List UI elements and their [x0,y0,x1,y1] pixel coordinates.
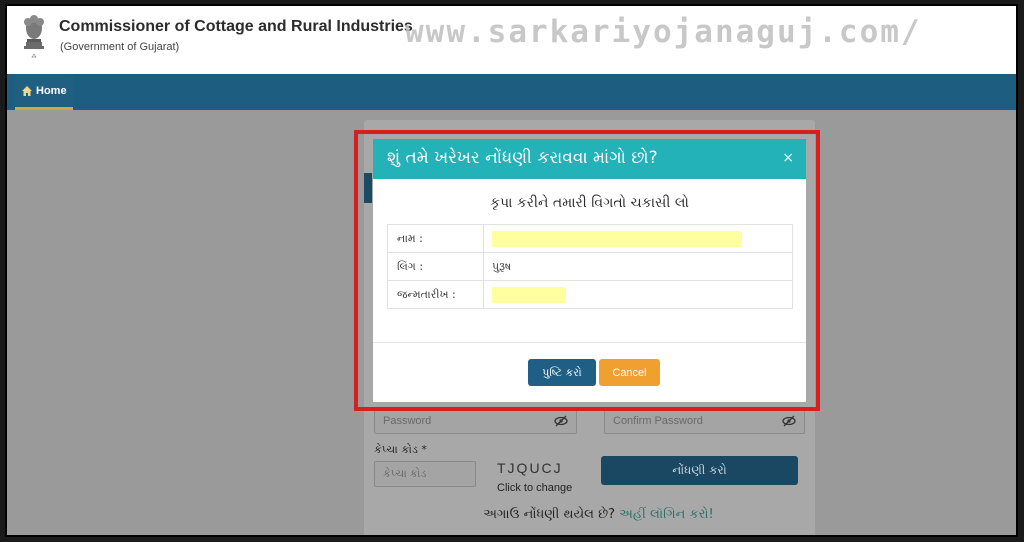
already-registered-text: અગાઉ નોંધણી થયેલ છે? [483,507,616,522]
name-label: નામ : [387,224,484,253]
svg-text:⁂: ⁂ [32,53,37,60]
watermark: www.sarkariyojanaguj.com/ [405,14,922,50]
confirm-button[interactable]: પુષ્ટિ કરો [528,359,596,386]
dob-value [483,280,793,309]
modal-subtitle: કૃપા કરીને તમારી વિગતો ચકાસી લો [490,195,689,211]
site-subtitle: (Government of Gujarat) [60,41,180,53]
captcha-label: કેપ્ચા કોડ * [374,443,427,456]
redacted-dob [492,286,566,303]
home-icon [22,85,32,96]
nav-home-link[interactable]: Home [15,74,73,110]
site-title: Commissioner of Cottage and Rural Indust… [59,18,413,35]
confirm-password-placeholder: Confirm Password [613,415,703,427]
captcha-placeholder: કેપ્ચા કોડ [383,468,427,480]
details-table: નામ : લિંગ : પુરૂષ જન્મતારીખ : [387,224,793,309]
eye-slash-icon[interactable] [782,415,796,427]
dob-label: જન્મતારીખ : [387,280,484,309]
close-icon[interactable]: × [782,151,794,165]
table-row: નામ : [387,224,793,253]
modal-title: શું તમે ખરેખર નોંધણી કરાવવા માંગો છો? [387,148,658,168]
table-row: જન્મતારીખ : [387,280,793,309]
modal-divider [373,342,806,343]
captcha-image[interactable]: TJQUCJ [497,460,563,476]
cancel-button[interactable]: Cancel [599,359,660,386]
redacted-name [492,230,742,247]
name-value [483,224,793,253]
nav-home-label: Home [36,84,67,97]
eye-slash-icon[interactable] [554,415,568,427]
table-row: લિંગ : પુરૂષ [387,252,793,281]
login-link[interactable]: અહીં લૉગિન કરો! [619,507,714,522]
confirm-password-input[interactable]: Confirm Password [604,408,805,434]
site-header: ⁂ Commissioner of Cottage and Rural Indu… [7,6,1016,74]
captcha-input[interactable]: કેપ્ચા કોડ [374,461,476,487]
screenshot-frame: ⁂ Commissioner of Cottage and Rural Indu… [5,4,1018,537]
main-navbar: Home [7,74,1016,110]
register-button[interactable]: નોંધણી કરો [601,456,798,485]
gender-label: લિંગ : [387,252,484,281]
state-emblem-icon: ⁂ [24,15,44,60]
confirm-registration-modal: શું તમે ખરેખર નોંધણી કરાવવા માંગો છો? × … [373,139,806,402]
password-input[interactable]: Password [374,408,577,434]
gender-value: પુરૂષ [483,252,793,281]
login-prompt: અગાઉ નોંધણી થયેલ છે? અહીં લૉગિન કરો! [7,507,1016,522]
captcha-refresh-hint[interactable]: Click to change [497,482,572,494]
password-placeholder: Password [383,415,432,427]
modal-header: શું તમે ખરેખર નોંધણી કરાવવા માંગો છો? × [373,139,806,179]
